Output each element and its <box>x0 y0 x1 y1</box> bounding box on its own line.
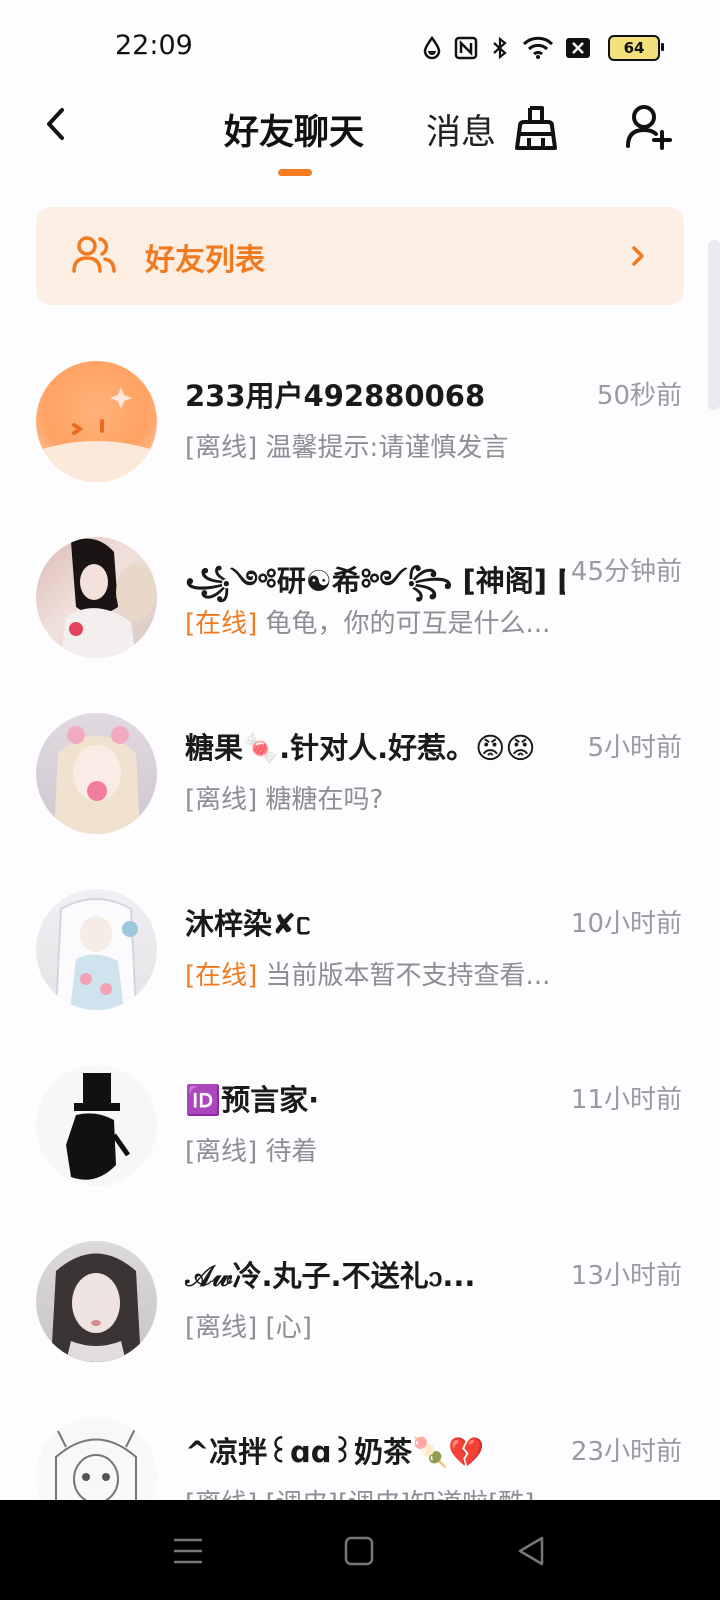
conversation-preview: [离线] [心] <box>185 1307 312 1344</box>
conversation-name: 糖果🍬.针对人.好惹。😡😡 <box>185 731 536 765</box>
last-message: [心] <box>257 1313 312 1343</box>
active-tab-indicator <box>278 169 312 176</box>
conversation-time: 5小时前 <box>587 733 682 763</box>
data-drop-icon <box>420 36 444 60</box>
clock: 22:09 <box>115 30 193 61</box>
conversation-preview: [离线] 糖糖在吗? <box>185 779 383 816</box>
nfc-icon <box>454 36 478 60</box>
conversation-name: 沐梓染✘ᥴ <box>185 907 311 941</box>
friends-icon <box>72 236 116 273</box>
back-button[interactable] <box>38 104 78 144</box>
presence-status: [离线] <box>185 1313 258 1343</box>
broom-icon <box>515 106 557 150</box>
conversation-row[interactable]: 🆔预言家· 11小时前 [离线] 待着 <box>0 1049 720 1225</box>
conversation-time: 11小时前 <box>570 1085 682 1115</box>
battery-icon: 64 <box>608 35 664 61</box>
recent-apps-button[interactable] <box>168 1534 208 1568</box>
conversation-time: 23小时前 <box>570 1437 682 1467</box>
conversation-row[interactable]: 沐梓染✘ᥴ 10小时前 [在线] 当前版本暂不支持查看... <box>0 873 720 1049</box>
avatar-photo <box>54 898 138 1010</box>
avatar[interactable] <box>36 1241 157 1362</box>
last-message: 龟龟，你的可互是什么... <box>257 609 551 639</box>
last-message: 糖糖在吗? <box>257 785 384 815</box>
avatar[interactable] <box>36 537 157 658</box>
presence-status: [离线] <box>185 785 258 815</box>
conversation-preview: [离线] 温馨提示:请谨慎发言 <box>185 427 508 464</box>
add-friend-button[interactable] <box>624 102 672 150</box>
conversation-name: 𝒜𝓌冷.丸子.不送礼᧑... <box>185 1259 476 1293</box>
conversation-row[interactable]: 𝒜𝓌冷.丸子.不送礼᧑... 13小时前 [离线] [心] <box>0 1225 720 1401</box>
add-user-icon <box>626 105 672 150</box>
conversation-time: 13小时前 <box>570 1261 682 1291</box>
conversation-preview: [在线] 当前版本暂不支持查看... <box>185 955 550 992</box>
conversation-row[interactable]: ꧁༺研☯希༻꧂ [神阁] [可... 45分钟前 [在线] 龟龟，你的可互是什么… <box>0 521 720 697</box>
conversation-row[interactable]: 233用户492880068 50秒前 [离线] 温馨提示:请谨慎发言 <box>0 345 720 521</box>
avatar-photo <box>51 1253 141 1362</box>
wifi-icon <box>522 36 554 60</box>
last-message: 当前版本暂不支持查看... <box>257 961 551 991</box>
tab-friend-chat[interactable]: 好友聊天 <box>224 104 364 155</box>
status-icons: 64 <box>420 30 664 66</box>
default-avatar-icon <box>36 387 157 482</box>
chevron-right-icon <box>632 246 644 266</box>
avatar-photo <box>66 1073 131 1180</box>
chevron-left-icon <box>47 108 64 140</box>
last-message: 温馨提示:请谨慎发言 <box>257 433 509 463</box>
menu-icon <box>174 1538 202 1564</box>
no-sim-icon <box>564 36 592 60</box>
back-nav-button[interactable] <box>512 1534 552 1568</box>
clear-unread-button[interactable] <box>512 104 560 152</box>
top-header: 好友聊天 消息 <box>0 90 720 190</box>
last-message: 待着 <box>257 1137 318 1167</box>
conversation-name: ^凉拌꒰ɑɑ꒱奶茶🍡💔 <box>185 1435 485 1469</box>
status-bar: 22:09 64 <box>0 0 720 90</box>
conversation-time: 45分钟前 <box>570 557 682 587</box>
conversation-name: 🆔预言家· <box>185 1083 320 1117</box>
presence-status: [离线] <box>185 433 258 463</box>
system-nav-bar <box>0 1500 720 1600</box>
conversation-preview: [在线] 龟龟，你的可互是什么... <box>185 603 550 640</box>
presence-status: [在线] <box>185 961 258 991</box>
conversation-time: 50秒前 <box>596 381 682 411</box>
home-icon <box>344 1536 374 1566</box>
home-button[interactable] <box>339 1534 379 1568</box>
presence-status: [离线] <box>185 1137 258 1167</box>
bluetooth-icon <box>488 36 512 60</box>
avatar[interactable] <box>36 361 157 482</box>
presence-status: [在线] <box>185 609 258 639</box>
avatar[interactable] <box>36 1065 157 1186</box>
avatar[interactable] <box>36 889 157 1010</box>
tab-messages[interactable]: 消息 <box>426 104 496 155</box>
conversation-row[interactable]: 糖果🍬.针对人.好惹。😡😡 5小时前 [离线] 糖糖在吗? <box>0 697 720 873</box>
friend-list-label: 好友列表 <box>145 243 265 278</box>
conversation-time: 10小时前 <box>570 909 682 939</box>
avatar-photo <box>54 726 140 834</box>
conversation-name: 233用户492880068 <box>185 379 486 413</box>
back-triangle-icon <box>518 1536 544 1566</box>
avatar-photo <box>61 538 156 658</box>
avatar[interactable] <box>36 713 157 834</box>
friend-list-entry[interactable]: 好友列表 <box>36 207 684 305</box>
conversation-preview: [离线] 待着 <box>185 1131 318 1168</box>
